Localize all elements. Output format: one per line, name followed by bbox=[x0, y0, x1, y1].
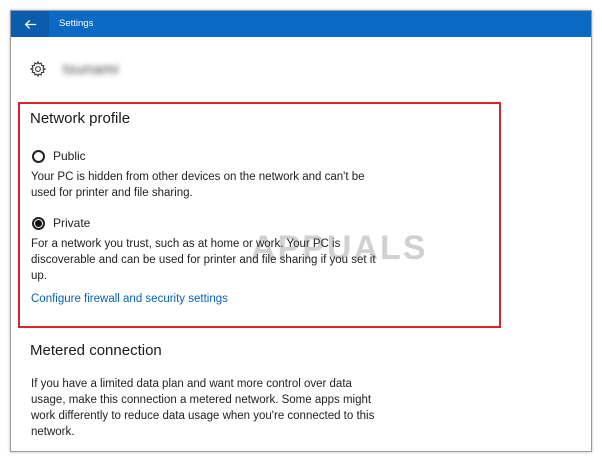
metered-description: If you have a limited data plan and want… bbox=[31, 378, 375, 438]
public-radio[interactable] bbox=[32, 149, 45, 163]
private-label: Private bbox=[53, 216, 91, 230]
gear-icon bbox=[29, 60, 47, 78]
network-name: tsunami bbox=[63, 60, 120, 78]
network-profile-title: Network profile bbox=[30, 110, 131, 127]
public-description: Your PC is hidden from other devices on … bbox=[31, 171, 365, 199]
back-arrow-icon bbox=[24, 19, 36, 29]
private-description: For a network you trust, such as at home… bbox=[31, 238, 376, 282]
private-radio-option[interactable]: Private bbox=[32, 216, 90, 230]
metered-connection-title: Metered connection bbox=[30, 342, 162, 359]
window-title: Settings bbox=[59, 18, 94, 29]
back-button[interactable] bbox=[11, 11, 49, 37]
settings-window: Settings tsunami Network profile Public … bbox=[10, 10, 592, 452]
private-radio[interactable] bbox=[32, 216, 45, 230]
public-label: Public bbox=[53, 149, 86, 163]
configure-firewall-link[interactable]: Configure firewall and security settings bbox=[31, 293, 228, 305]
network-header: tsunami bbox=[29, 57, 119, 81]
title-bar: Settings bbox=[11, 11, 591, 37]
public-radio-option[interactable]: Public bbox=[32, 149, 86, 163]
